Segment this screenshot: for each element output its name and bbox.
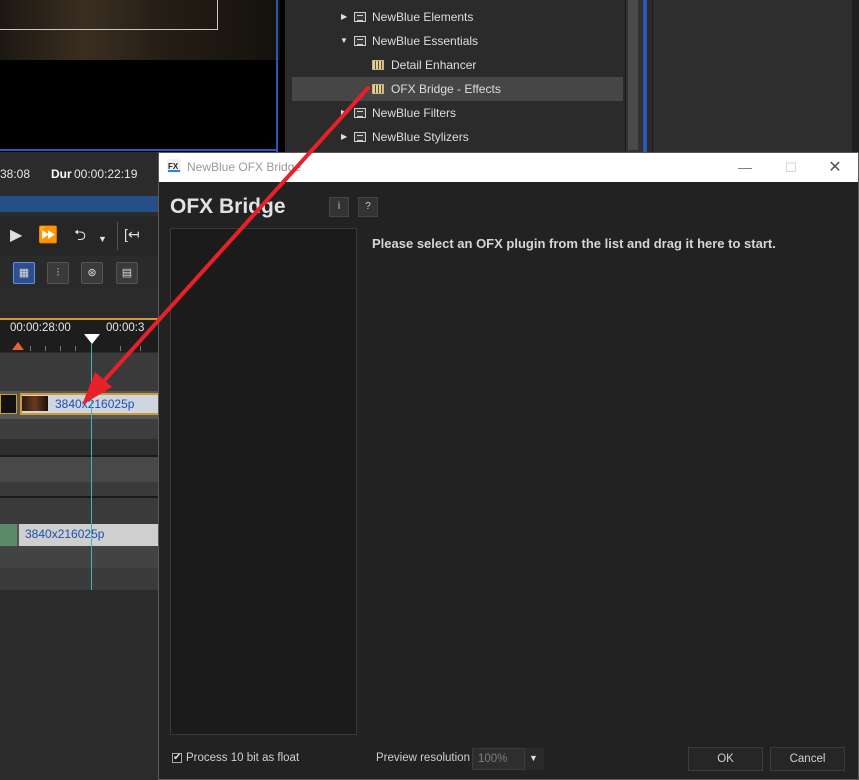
subtitle-icon[interactable]: ▤	[116, 262, 138, 284]
playhead-line	[91, 343, 92, 590]
preview-border	[0, 149, 278, 151]
chapter-icon[interactable]: ⊛	[81, 262, 103, 284]
fast-forward-icon[interactable]: ⏩	[38, 225, 58, 245]
preview-resolution-label: Preview resolution	[376, 752, 470, 764]
clip-label: 3840x216025p	[25, 527, 105, 541]
timeline-track	[0, 457, 160, 482]
loop-icon[interactable]: ⮌	[74, 225, 86, 250]
dialog-heading: OFX Bridge	[170, 195, 286, 218]
chevron-right-icon[interactable]: ▶	[341, 12, 347, 21]
tree-item-label: NewBlue Filters	[372, 106, 457, 120]
chevron-right-icon[interactable]: ▶	[341, 132, 347, 141]
folder-icon	[354, 132, 366, 142]
storyboard-view-icon[interactable]: ▦	[13, 262, 35, 284]
mixer-icon[interactable]: ⫶	[47, 262, 69, 284]
current-timecode: 38:08	[0, 167, 31, 181]
timeline-track	[0, 482, 160, 497]
panel-border	[643, 0, 647, 152]
duration-label: Dur	[51, 167, 72, 181]
cancel-button[interactable]: Cancel	[770, 747, 845, 771]
scrollbar-thumb[interactable]	[628, 0, 638, 150]
in-marker-icon[interactable]	[12, 342, 24, 350]
timeline-track	[0, 498, 160, 524]
effect-icon	[372, 60, 384, 70]
duration-timecode: 00:00:22:19	[74, 167, 138, 181]
trim-icon[interactable]: [↤	[124, 226, 140, 243]
process-float-label[interactable]: Process 10 bit as float	[186, 752, 299, 764]
close-button[interactable]: ✕	[813, 155, 857, 180]
tree-item-label: NewBlue Stylizers	[372, 130, 469, 144]
ruler-tick	[45, 346, 46, 351]
timeline-clip[interactable]	[0, 524, 17, 546]
scrub-bar[interactable]	[0, 196, 160, 212]
minimize-button[interactable]: —	[722, 155, 768, 180]
ruler-time-label: 00:00:28:00	[10, 322, 71, 334]
ok-button[interactable]: OK	[688, 747, 763, 771]
ruler-tick	[140, 346, 141, 351]
maximize-button[interactable]: ☐	[768, 155, 814, 180]
chevron-down-icon[interactable]: ▼	[340, 36, 348, 45]
play-icon[interactable]: ▶	[10, 225, 22, 245]
clip-label: 3840x216025p	[55, 397, 135, 411]
info-button[interactable]: i	[329, 197, 349, 217]
preview-resolution-value: 100%	[478, 753, 508, 765]
playhead-handle[interactable]	[84, 334, 100, 344]
effect-icon	[372, 84, 384, 94]
folder-icon	[354, 108, 366, 118]
chevron-down-icon[interactable]: ▼	[98, 234, 107, 244]
window-title: NewBlue OFX Bridge	[187, 160, 302, 174]
timeline-track	[0, 568, 160, 590]
ruler-tick	[30, 346, 31, 351]
chevron-right-icon[interactable]: ▶	[341, 108, 347, 117]
panel-border	[852, 0, 859, 152]
tree-item-label: NewBlue Essentials	[372, 34, 479, 48]
timeline-track	[0, 353, 160, 391]
divider	[117, 222, 118, 250]
clip-thumbnail[interactable]	[0, 394, 17, 414]
svg-text:FX: FX	[168, 162, 179, 171]
clip-thumbnail	[22, 396, 48, 411]
timeline-empty-area	[0, 590, 160, 780]
timeline-track	[0, 546, 160, 568]
process-float-checkbox[interactable]: ✔	[172, 753, 182, 763]
timeline-track	[0, 439, 160, 456]
drop-instructions: Please select an OFX plugin from the lis…	[372, 236, 776, 251]
ruler-tick	[60, 346, 61, 351]
ruler-time-label: 00:00:3	[106, 322, 145, 334]
app-icon: FX	[167, 159, 181, 173]
preview-safe-frame	[0, 0, 218, 30]
timeline-track	[0, 419, 160, 439]
folder-open-icon	[354, 36, 366, 46]
ruler-tick	[120, 346, 121, 351]
tree-item-label: Detail Enhancer	[391, 58, 477, 72]
plugin-list[interactable]	[170, 228, 357, 735]
ruler-tick	[75, 346, 76, 351]
tree-item-label: NewBlue Elements	[372, 10, 474, 24]
folder-icon	[354, 12, 366, 22]
tree-item-label: OFX Bridge - Effects	[391, 82, 501, 96]
help-button[interactable]: ?	[358, 197, 378, 217]
side-panel	[652, 0, 859, 152]
chevron-down-icon[interactable]: ▼	[529, 753, 538, 763]
